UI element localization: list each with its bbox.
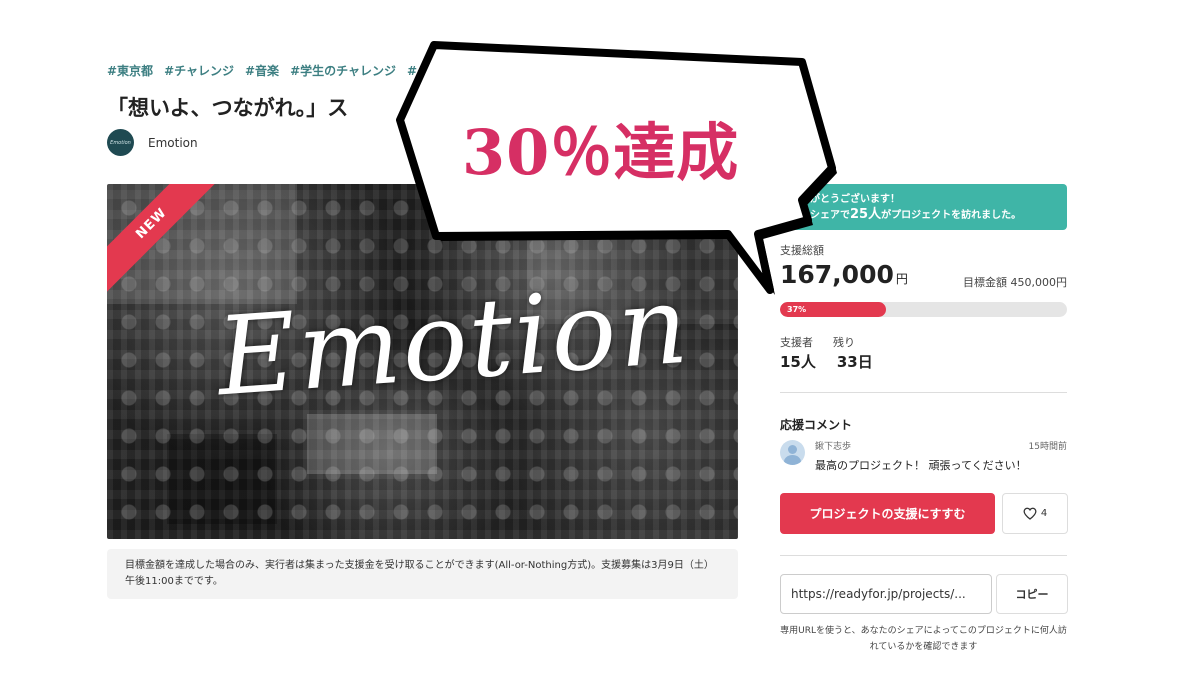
divider bbox=[780, 555, 1067, 556]
new-badge-label: NEW bbox=[107, 184, 224, 296]
share-thanks-banner: りがとうございます！ のシェアで25人がプロジェクトを訪れました。 bbox=[780, 184, 1067, 230]
project-hero-image: Emotion NEW bbox=[107, 184, 738, 539]
comment-body: 最高のプロジェクト！ 頑張ってください！ bbox=[815, 459, 1027, 472]
tag-list: #東京都 #チャレンジ #音楽 #学生のチャレンジ #イ bbox=[107, 62, 429, 79]
page-title: 「想いよ、つながれ。」ス bbox=[107, 96, 349, 120]
remaining-days: 33日 bbox=[836, 353, 873, 371]
copy-url-button[interactable]: コピー bbox=[996, 574, 1068, 614]
share-url-field[interactable] bbox=[780, 574, 992, 614]
currency-unit: 円 bbox=[895, 272, 908, 286]
supporters-label: 支援者 bbox=[780, 336, 813, 349]
total-funding-label: 支援総額 bbox=[780, 244, 824, 257]
thanks-line2-suffix: がプロジェクトを訪れました。 bbox=[881, 210, 1022, 221]
project-owner[interactable]: Emotion Emotion bbox=[107, 129, 198, 156]
bubble-text: 30％達成 bbox=[462, 116, 740, 189]
goal-amount: 目標金額 450,000円 bbox=[963, 276, 1067, 289]
thanks-line1: りがとうございます！ bbox=[800, 194, 900, 205]
heart-icon bbox=[1023, 507, 1037, 520]
like-button[interactable]: 4 bbox=[1002, 493, 1068, 534]
support-project-button[interactable]: プロジェクトの支援にすすむ bbox=[780, 493, 995, 534]
new-badge: NEW bbox=[107, 184, 227, 304]
tag-student-challenge[interactable]: #学生のチャレンジ bbox=[290, 62, 396, 79]
thanks-line2-prefix: のシェアで bbox=[800, 210, 850, 221]
funding-progress-bar: 37% bbox=[780, 302, 1067, 317]
remaining-label: 残り bbox=[833, 336, 855, 349]
funding-progress-fill: 37% bbox=[780, 302, 887, 317]
tag-tokyo[interactable]: #東京都 bbox=[107, 62, 153, 79]
commenter-name[interactable]: 鍬下志歩 bbox=[815, 439, 851, 452]
owner-avatar[interactable]: Emotion bbox=[107, 129, 134, 156]
tag-challenge[interactable]: #チャレンジ bbox=[164, 62, 234, 79]
stats-values: 15人 33日 bbox=[780, 351, 873, 372]
total-funding-amount: 167,000 円 bbox=[780, 260, 908, 289]
commenter-avatar[interactable] bbox=[780, 440, 805, 465]
comments-heading: 応援コメント bbox=[780, 418, 853, 432]
all-or-nothing-notice: 目標金額を達成した場合のみ、実行者は集まった支援金を受け取ることができます(Al… bbox=[107, 549, 738, 599]
share-url-help: 専用URLを使うと、あなたのシェアによってこのプロジェクトに何人訪れているかを確… bbox=[780, 626, 1067, 652]
thanks-visitor-count: 25人 bbox=[850, 207, 882, 222]
owner-avatar-text: Emotion bbox=[110, 139, 131, 146]
like-count: 4 bbox=[1040, 508, 1048, 519]
comment-timestamp: 15時間前 bbox=[1028, 442, 1067, 452]
stats-labels: 支援者 残り bbox=[780, 334, 855, 350]
thanks-line2: のシェアで25人がプロジェクトを訪れました。 bbox=[800, 207, 1055, 223]
total-amount-value: 167,000 bbox=[780, 260, 894, 289]
supporters-count: 15人 bbox=[780, 353, 816, 371]
tag-music[interactable]: #音楽 bbox=[245, 62, 279, 79]
tag-event[interactable]: #イ bbox=[407, 62, 429, 79]
divider bbox=[780, 392, 1067, 393]
owner-name[interactable]: Emotion bbox=[148, 136, 198, 150]
